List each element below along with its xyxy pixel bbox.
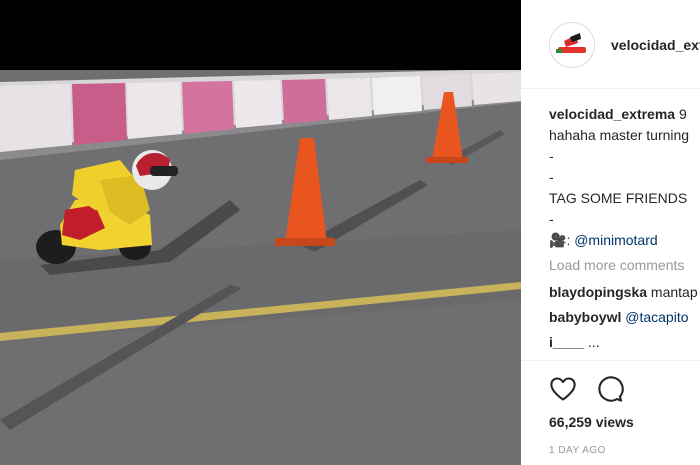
- caption-text-1: 9: [675, 106, 687, 122]
- view-count: 66,259 views: [549, 414, 634, 430]
- video-frame: [0, 0, 521, 465]
- comment-text: ...: [584, 334, 600, 350]
- caption-username[interactable]: velocidad_extrema: [549, 106, 675, 122]
- caption-tag: TAG SOME FRIENDS: [549, 190, 688, 206]
- comment-username[interactable]: i____: [549, 334, 584, 350]
- comment-username[interactable]: blaydopingska: [549, 284, 647, 300]
- avatar[interactable]: [549, 22, 595, 68]
- comment-username[interactable]: babyboywl: [549, 309, 621, 325]
- instagram-post-view: velocidad_extrema velocidad_extrema 9 ha…: [0, 0, 700, 465]
- caption-dash-1: -: [549, 148, 554, 164]
- comment-row: babyboywl @tacapito: [549, 309, 700, 330]
- like-button[interactable]: [549, 375, 577, 403]
- header-username[interactable]: velocidad_extrema: [611, 37, 700, 53]
- post-header: velocidad_extrema: [521, 0, 700, 89]
- comment-text: mantap: [647, 284, 698, 300]
- load-more-comments[interactable]: Load more comments: [549, 257, 700, 278]
- camera-emoji-icon: 🎥: [549, 232, 567, 248]
- caption-and-comments: velocidad_extrema 9 hahaha master turnin…: [549, 106, 700, 355]
- caption-dash-3: -: [549, 211, 554, 227]
- comment-text[interactable]: @tacapito: [621, 309, 688, 325]
- post-timestamp: 1 DAY AGO: [549, 445, 606, 456]
- comment-bubble-icon: [598, 376, 624, 402]
- comment-button[interactable]: [596, 375, 624, 403]
- mention-link[interactable]: : @minimotard: [566, 232, 657, 248]
- heart-icon: [550, 377, 576, 401]
- post-side-panel: velocidad_extrema velocidad_extrema 9 ha…: [521, 0, 700, 465]
- caption-mention-line: 🎥: @minimotard: [549, 232, 700, 253]
- post-actions: 66,259 views 1 DAY AGO: [521, 360, 700, 465]
- caption-dash-2: -: [549, 169, 554, 185]
- caption-line-1: velocidad_extrema 9: [549, 106, 700, 127]
- logo-avatar-icon: [550, 23, 594, 67]
- comment-row: i____ ...: [549, 334, 700, 355]
- post-video[interactable]: [0, 0, 521, 465]
- caption-text-2: hahaha master turning: [549, 127, 690, 143]
- comment-row: blaydopingska mantap: [549, 284, 700, 305]
